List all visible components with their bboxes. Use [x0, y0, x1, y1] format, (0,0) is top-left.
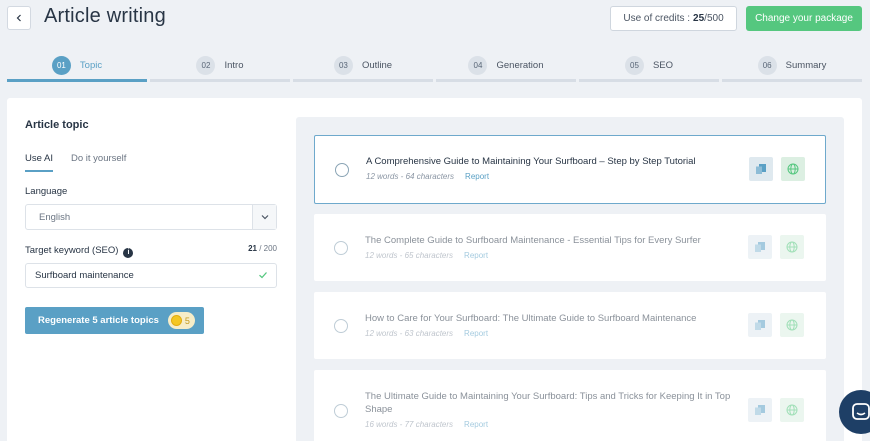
topic-stats: 12 words - 63 characters [365, 329, 454, 338]
web-search-button[interactable] [780, 398, 804, 422]
step-number: 05 [624, 55, 644, 75]
step-label: Generation [496, 59, 544, 71]
copy-icon [756, 164, 766, 174]
chat-icon [852, 403, 870, 420]
step-tabs: 01 Topic 02 Intro 03 Outline 04 Generati… [7, 51, 862, 82]
step-number: 02 [196, 55, 216, 75]
change-package-button[interactable]: Change your package [746, 6, 862, 31]
keyword-label-row: Target keyword (SEO) i [25, 245, 134, 258]
language-label: Language [25, 186, 68, 197]
header: Article writing Use of credits : 25 /500… [0, 0, 870, 40]
report-link[interactable]: Report [464, 329, 488, 338]
step-label: SEO [652, 59, 674, 71]
credits-label: Use of credits : [623, 13, 691, 24]
topic-title: The Ultimate Guide to Maintaining Your S… [365, 391, 731, 415]
topic-stats: 16 words - 77 characters [365, 420, 454, 429]
report-link[interactable]: Report [465, 172, 489, 181]
credits-used: 25 [693, 13, 705, 24]
report-link[interactable]: Report [464, 420, 488, 429]
language-value: English [39, 212, 71, 223]
topic-meta: 12 words - 64 characters Report [366, 172, 489, 181]
step-seo[interactable]: 05 SEO [579, 51, 719, 82]
back-button[interactable] [7, 6, 31, 30]
web-search-button[interactable] [781, 157, 805, 181]
keyword-max: / 200 [259, 244, 277, 253]
step-label: Topic [79, 59, 103, 71]
topic-list: A Comprehensive Guide to Maintaining You… [296, 117, 844, 441]
step-summary[interactable]: 06 Summary [722, 51, 862, 82]
keyword-input[interactable]: Surfboard maintenance [25, 263, 277, 288]
copy-button[interactable] [748, 235, 772, 259]
step-label: Intro [224, 59, 244, 71]
topic-radio[interactable] [334, 404, 348, 418]
step-number: 01 [51, 55, 71, 75]
step-topic[interactable]: 01 Topic [7, 51, 147, 82]
topic-option[interactable]: A Comprehensive Guide to Maintaining You… [314, 135, 826, 204]
step-label: Outline [361, 59, 393, 71]
keyword-value: Surfboard maintenance [35, 270, 134, 281]
topic-radio[interactable] [335, 163, 349, 177]
info-icon[interactable]: i [123, 247, 134, 258]
web-search-button[interactable] [780, 235, 804, 259]
topic-stats: 12 words - 64 characters [366, 172, 455, 181]
regenerate-label: Regenerate 5 article topics [38, 315, 159, 326]
globe-icon [786, 319, 798, 331]
report-link[interactable]: Report [464, 251, 488, 260]
language-select[interactable]: English [25, 204, 277, 230]
topic-meta: 16 words - 77 characters Report [365, 420, 488, 429]
main-card: Article topic Use AI Do it yourself Lang… [7, 98, 862, 441]
globe-icon [786, 241, 798, 253]
chevron-down-icon [252, 205, 276, 229]
copy-icon [755, 242, 765, 252]
tab-use-ai[interactable]: Use AI [25, 153, 53, 172]
step-number: 03 [333, 55, 353, 75]
step-generation[interactable]: 04 Generation [436, 51, 576, 82]
credit-cost: 5 [184, 315, 190, 326]
coin-icon [170, 315, 182, 326]
check-icon [259, 272, 267, 279]
chevron-left-icon [16, 14, 21, 22]
credits-total: /500 [704, 13, 724, 24]
topic-meta: 12 words - 65 characters Report [365, 251, 488, 260]
topic-radio[interactable] [334, 319, 348, 333]
copy-button[interactable] [748, 313, 772, 337]
step-outline[interactable]: 03 Outline [293, 51, 433, 82]
topic-radio[interactable] [334, 241, 348, 255]
web-search-button[interactable] [780, 313, 804, 337]
regenerate-topics-button[interactable]: Regenerate 5 article topics 5 [25, 307, 204, 334]
topic-title: A Comprehensive Guide to Maintaining You… [366, 156, 696, 167]
step-number: 06 [757, 55, 777, 75]
globe-icon [786, 404, 798, 416]
keyword-label: Target keyword (SEO) [25, 245, 119, 256]
step-intro[interactable]: 02 Intro [150, 51, 290, 82]
keyword-counter: 21 / 200 [248, 244, 277, 253]
topic-meta: 12 words - 63 characters Report [365, 329, 488, 338]
section-title: Article topic [25, 119, 89, 131]
topic-option[interactable]: The Ultimate Guide to Maintaining Your S… [314, 370, 826, 441]
topic-stats: 12 words - 65 characters [365, 251, 454, 260]
topic-title: How to Care for Your Surfboard: The Ulti… [365, 313, 697, 324]
copy-button[interactable] [749, 157, 773, 181]
topic-title: The Complete Guide to Surfboard Maintena… [365, 235, 701, 246]
tab-do-it-yourself[interactable]: Do it yourself [71, 153, 126, 172]
copy-button[interactable] [748, 398, 772, 422]
topic-option[interactable]: The Complete Guide to Surfboard Maintena… [314, 214, 826, 281]
copy-icon [755, 320, 765, 330]
step-label: Summary [785, 59, 827, 71]
globe-icon [787, 163, 799, 175]
topic-option[interactable]: How to Care for Your Surfboard: The Ulti… [314, 292, 826, 359]
copy-icon [755, 405, 765, 415]
page-title: Article writing [44, 5, 166, 27]
keyword-count: 21 [248, 244, 257, 253]
credits-indicator: Use of credits : 25 /500 [610, 6, 737, 31]
step-number: 04 [468, 55, 488, 75]
credit-cost-badge: 5 [167, 312, 195, 329]
mode-tabs: Use AI Do it yourself [25, 153, 126, 172]
